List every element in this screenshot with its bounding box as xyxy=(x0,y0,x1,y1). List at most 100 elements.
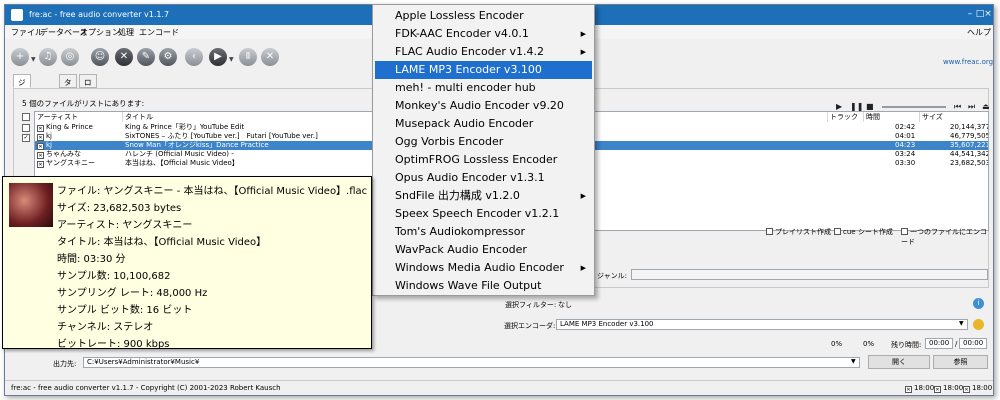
menu-help[interactable]: ヘルプ xyxy=(967,27,991,38)
menu-item-encoder[interactable]: Ogg Vorbis Encoder xyxy=(375,133,592,151)
chevron-down-icon[interactable]: ▼ xyxy=(959,320,964,327)
play-icon[interactable]: ▶ xyxy=(836,102,842,111)
menu-item-encoder[interactable]: WavPack Audio Encoder xyxy=(375,241,592,259)
select-all-checkbox[interactable] xyxy=(22,113,30,121)
cell-artist: ちゃんみな xyxy=(46,150,81,158)
encoder-label: 選択エンコーダ: xyxy=(504,322,556,330)
tooltip-samples: サンプル数: 10,100,682 xyxy=(57,271,171,282)
cell-size: 46,779,505 xyxy=(950,132,989,140)
menu-item-encoder[interactable]: FLAC Audio Encoder v1.4.2 ▶ xyxy=(375,43,592,61)
tab-joblist[interactable]: ジョブリスト xyxy=(13,74,31,142)
cell-time: 03:30 xyxy=(895,159,916,167)
file-info-tooltip: ファイル: ヤングスキニー - 本当はね、【Official Music Vid… xyxy=(2,176,372,350)
checkbox[interactable]: ✕ xyxy=(37,161,44,168)
status-time-3: ✕ 18:00 xyxy=(963,384,993,393)
cell-time: 04:01 xyxy=(895,132,916,140)
encoder-settings-icon[interactable] xyxy=(973,319,984,330)
menu-encode[interactable]: エンコード xyxy=(139,27,179,38)
remaining-label: 残り時間: xyxy=(891,341,922,349)
menu-process[interactable]: 処理 xyxy=(118,27,134,38)
single-file-checkbox[interactable]: 一つのファイルにエンコード xyxy=(901,227,988,247)
cue-checkbox[interactable]: cue シート作成 xyxy=(834,227,893,237)
open-button[interactable]: 開く xyxy=(868,355,930,369)
menu-item-encoder[interactable]: Apple Lossless Encoder xyxy=(375,7,592,25)
tooltip-title: タイトル: 本当はね、【Official Music Video】 xyxy=(57,237,267,248)
settings-icon[interactable]: ⚙ xyxy=(159,48,177,66)
submenu-arrow-icon: ▶ xyxy=(580,48,586,56)
column-header-track[interactable]: トラック xyxy=(828,112,864,122)
menu-item-encoder[interactable]: Speex Speech Encoder v1.2.1 xyxy=(375,205,592,223)
add-files-icon[interactable]: + xyxy=(11,48,29,66)
menu-file[interactable]: ファイル xyxy=(11,27,43,38)
pause-icon[interactable]: Ⅱ xyxy=(239,48,257,66)
filter-label: 選択フィルター: xyxy=(505,301,557,309)
checkbox[interactable]: ✕ xyxy=(37,143,44,150)
column-header-size[interactable]: サイズ xyxy=(920,112,988,122)
tooltip-duration: 時間: 03:30 分 xyxy=(57,254,126,265)
website-link[interactable]: www.freac.org xyxy=(943,58,993,66)
add-cd-icon[interactable]: ◎ xyxy=(61,48,79,66)
menu-item-encoder[interactable]: Tom's Audiokompressor xyxy=(375,223,592,241)
progress-percent-total: 0% xyxy=(863,340,875,348)
output-path-field[interactable]: C:¥Users¥Administrator¥Music¥ xyxy=(83,357,860,368)
tooltip-samplerate: サンプリング レート: 48,000 Hz xyxy=(57,288,208,299)
checkbox[interactable]: ✕ xyxy=(37,152,44,159)
column-header-artist[interactable]: アーティスト xyxy=(35,112,123,122)
back-icon[interactable]: ‹ xyxy=(185,48,203,66)
info-icon[interactable]: i xyxy=(973,298,984,309)
pause-icon[interactable]: ❚❚ xyxy=(850,102,863,111)
menu-item-encoder[interactable]: Musepack Audio Encoder xyxy=(375,115,592,133)
filter-value: なし xyxy=(558,301,572,309)
chevron-down-icon[interactable]: ▼ xyxy=(229,56,234,63)
genre-field[interactable] xyxy=(631,269,988,280)
window-title: fre:ac - free audio converter v1.1.7 xyxy=(29,10,170,19)
close-icon[interactable]: × xyxy=(983,7,993,21)
tab-log[interactable]: ログ xyxy=(79,74,97,98)
checkbox[interactable]: ✕ xyxy=(37,134,44,141)
app-icon xyxy=(11,9,23,21)
submenu-arrow-icon: ▶ xyxy=(580,192,586,200)
browse-button[interactable]: 参照 xyxy=(933,355,988,369)
menu-item-encoder[interactable]: Opus Audio Encoder v1.3.1 xyxy=(375,169,592,187)
playlist-checkbox[interactable]: プレイリスト作成 xyxy=(766,227,831,237)
tab-tags[interactable]: タグ xyxy=(59,74,77,98)
submenu-arrow-icon: ▶ xyxy=(580,30,586,38)
cell-artist: kj xyxy=(46,141,52,149)
menu-item-encoder[interactable]: OptimFROG Lossless Encoder xyxy=(375,151,592,169)
encoder-select[interactable]: LAME MP3 Encoder v3.100 xyxy=(556,319,968,330)
genre-label: ジャンル: xyxy=(597,272,628,280)
eject-icon[interactable]: ⏏ xyxy=(982,102,990,111)
checkbox[interactable]: ✓ xyxy=(22,134,30,142)
cddb-submit-icon[interactable]: ✎ xyxy=(137,48,155,66)
progress-percent: 0% xyxy=(831,340,843,348)
chevron-down-icon[interactable]: ▼ xyxy=(851,358,856,365)
menu-item-encoder[interactable]: SndFile 出力構成 v1.2.0 ▶ xyxy=(375,187,592,205)
cell-size: 23,682,503 xyxy=(950,159,989,167)
cddb-query-icon[interactable]: ☺ xyxy=(91,48,109,66)
menu-item-encoder[interactable]: meh! - multi encoder hub xyxy=(375,79,592,97)
stop-icon[interactable]: ■ xyxy=(866,102,874,111)
remaining-time: 00:00 xyxy=(925,338,953,349)
status-time-1: ✕ 18:00 xyxy=(905,384,935,393)
menu-item-encoder[interactable]: Monkey's Audio Encoder v9.20 xyxy=(375,97,592,115)
column-header-time[interactable]: 時間 xyxy=(864,112,920,122)
seek-slider[interactable] xyxy=(882,106,946,108)
menu-item-encoder-highlighted[interactable]: LAME MP3 Encoder v3.100 xyxy=(375,61,592,79)
checkbox[interactable]: ✕ xyxy=(37,125,44,132)
remaining-time-total: 00:00 xyxy=(959,338,987,349)
checkbox[interactable] xyxy=(22,124,30,132)
clear-list-icon[interactable]: ✕ xyxy=(115,48,133,66)
menu-item-encoder[interactable]: FDK-AAC Encoder v4.0.1 ▶ xyxy=(375,25,592,43)
stop-icon[interactable]: ✕ xyxy=(261,48,279,66)
minimize-icon[interactable]: – xyxy=(965,7,975,21)
cell-artist: kj xyxy=(46,132,52,140)
add-folder-icon[interactable]: ♫ xyxy=(39,48,57,66)
chevron-down-icon[interactable]: ▼ xyxy=(31,56,36,63)
menu-item-encoder[interactable]: Windows Media Audio Encoder ▶ xyxy=(375,259,592,277)
file-count: 5 個のファイルがリストにあります: xyxy=(22,99,145,108)
encode-start-icon[interactable]: ▶ xyxy=(209,48,227,66)
menu-options[interactable]: オプション xyxy=(80,27,120,38)
menu-item-encoder[interactable]: Windows Wave File Output xyxy=(375,277,592,295)
cell-time: 04:23 xyxy=(895,141,916,149)
cell-artist: King & Prince xyxy=(46,123,93,131)
